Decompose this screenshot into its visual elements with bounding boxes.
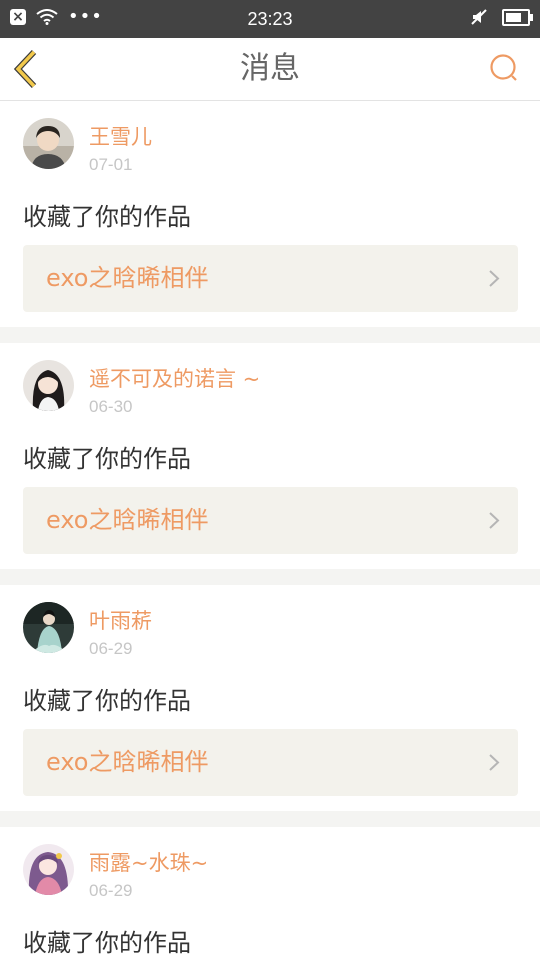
message-date: 07-01 (89, 155, 133, 174)
status-right-icons (470, 8, 533, 26)
chevron-right-icon (489, 270, 500, 287)
username[interactable]: 叶雨菥 (89, 605, 152, 635)
action-text: 收藏了你的作品 (23, 687, 191, 715)
message-date: 06-29 (89, 639, 133, 658)
username[interactable]: 王雪儿 (89, 121, 152, 151)
work-link[interactable]: exo之晗晞相伴 (23, 729, 518, 796)
message-card: 王雪儿 07-01 收藏了你的作品 exo之晗晞相伴 (0, 101, 540, 327)
message-card: 叶雨菥 06-29 收藏了你的作品 exo之晗晞相伴 (0, 585, 540, 811)
avatar[interactable] (23, 602, 74, 653)
nav-bar: 消息 (0, 38, 540, 101)
avatar[interactable] (23, 844, 74, 895)
status-bar: × ••• 23:23 (0, 0, 540, 38)
search-button[interactable] (488, 52, 522, 86)
avatar[interactable] (23, 360, 74, 411)
chevron-right-icon (489, 754, 500, 771)
page-title: 消息 (240, 51, 300, 86)
action-text: 收藏了你的作品 (23, 929, 191, 957)
action-text: 收藏了你的作品 (23, 203, 191, 231)
action-text: 收藏了你的作品 (23, 445, 191, 473)
status-time: 23:23 (247, 9, 293, 29)
work-title: exo之晗晞相伴 (46, 264, 209, 292)
search-icon (490, 54, 517, 81)
chevron-right-icon (489, 512, 500, 529)
message-list: 王雪儿 07-01 收藏了你的作品 exo之晗晞相伴 遥不可及的诺言 ~ 06-… (0, 101, 540, 967)
work-title: exo之晗晞相伴 (46, 506, 209, 534)
username[interactable]: 雨露~水珠~ (89, 847, 208, 877)
battery-icon (502, 8, 533, 26)
work-link[interactable]: exo之晗晞相伴 (23, 487, 518, 554)
avatar[interactable] (23, 118, 74, 169)
username[interactable]: 遥不可及的诺言 ~ (89, 363, 260, 393)
message-card: 雨露~水珠~ 06-29 收藏了你的作品 (0, 827, 540, 967)
work-link[interactable]: exo之晗晞相伴 (23, 245, 518, 312)
message-date: 06-29 (89, 881, 133, 900)
message-card: 遥不可及的诺言 ~ 06-30 收藏了你的作品 exo之晗晞相伴 (0, 343, 540, 569)
message-date: 06-30 (89, 397, 133, 416)
work-title: exo之晗晞相伴 (46, 748, 209, 776)
mute-icon (471, 9, 487, 25)
